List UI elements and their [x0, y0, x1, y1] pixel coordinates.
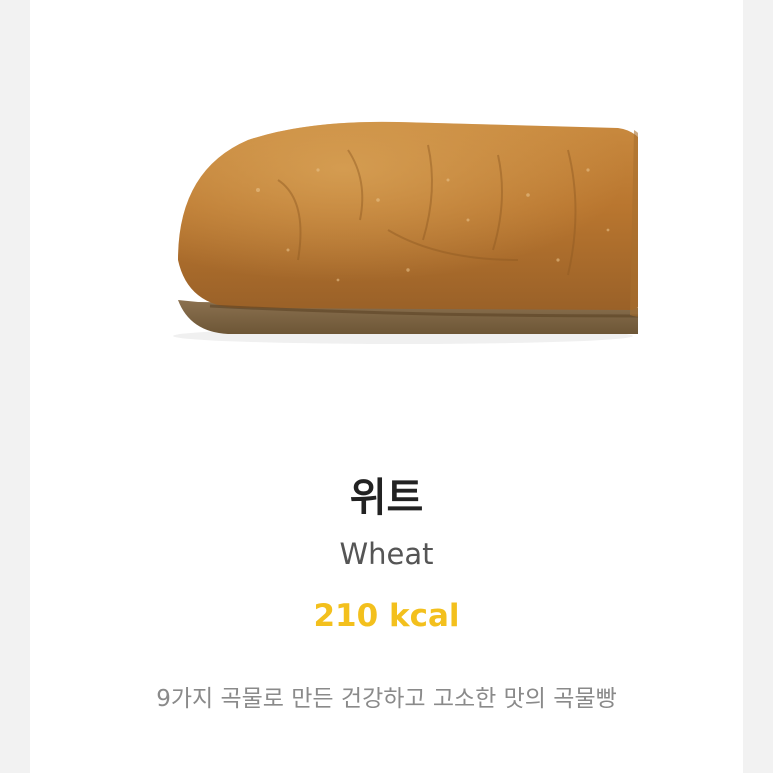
product-description: 9가지 곡물로 만든 건강하고 고소한 맛의 곡물빵 [156, 686, 617, 712]
product-name-korean: 위트 [349, 475, 424, 521]
calorie-label: 210 kcal [313, 598, 460, 634]
product-card: 위트 Wheat 210 kcal 9가지 곡물로 만든 건강하고 고소한 맛의… [30, 0, 743, 773]
wheat-bread-image [138, 110, 638, 350]
product-name-english: Wheat [339, 537, 434, 571]
